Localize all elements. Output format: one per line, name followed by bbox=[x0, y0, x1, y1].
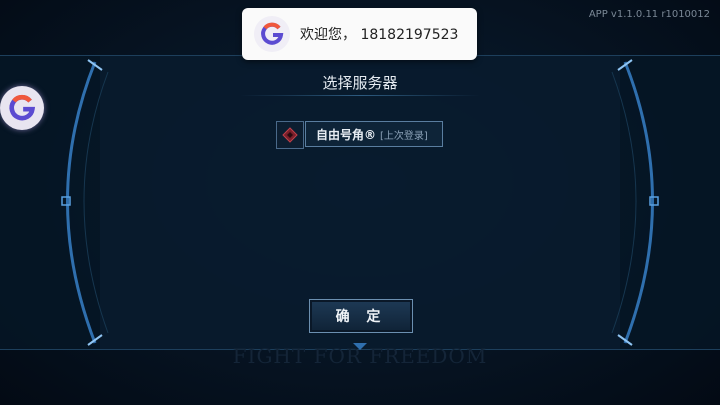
welcome-toast: 欢迎您， 18182197523 bbox=[242, 8, 477, 60]
version-label: APP v1.1.0.11 r1010012 bbox=[588, 9, 710, 20]
server-select-button[interactable]: 自由号角® [上次登录] bbox=[305, 121, 443, 147]
title-divider bbox=[240, 95, 480, 96]
server-name: 自由号角® bbox=[316, 127, 377, 142]
toast-message: 欢迎您， 18182197523 bbox=[300, 27, 459, 43]
watermark-text: FIGHT FOR FREEDOM bbox=[232, 344, 488, 368]
g-logo-icon bbox=[254, 16, 290, 52]
last-login-note: [上次登录] bbox=[380, 130, 428, 142]
dialog-title: 选择服务器 bbox=[322, 74, 398, 92]
server-diamond-icon bbox=[276, 121, 304, 149]
confirm-button[interactable]: 确 定 bbox=[309, 299, 413, 333]
